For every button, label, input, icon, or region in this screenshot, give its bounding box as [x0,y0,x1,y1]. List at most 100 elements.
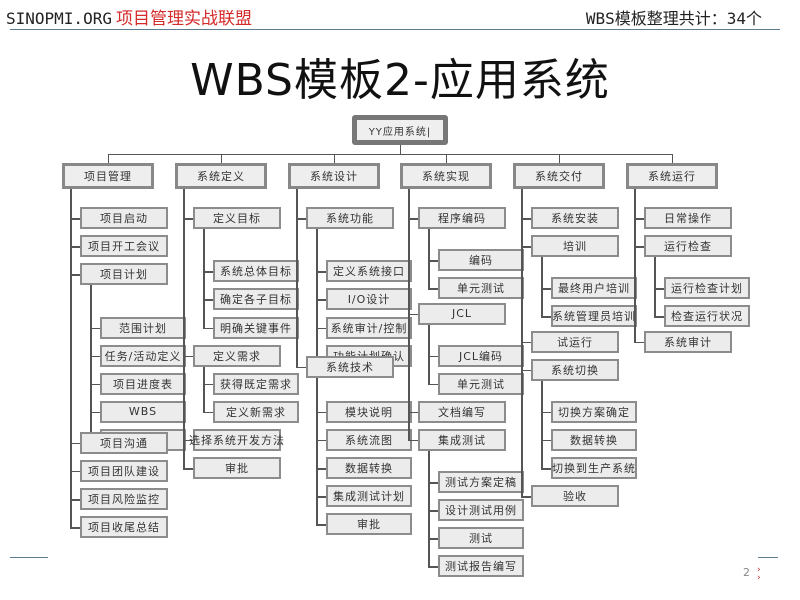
wbs-node: 测试报告编写 [438,555,524,578]
connector-line [90,285,92,440]
connector-line [541,468,551,470]
connector-line [400,145,401,154]
wbs-node: 培训 [531,235,619,258]
connector-line [296,366,306,369]
wbs-branch-6: 系统运行 [626,163,718,189]
header-left: SINOPMI.ORG 项目管理实战联盟 [6,4,252,29]
connector-line [70,442,80,445]
wbs-node: 试运行 [531,330,619,353]
connector-line [521,369,531,372]
connector-line [521,341,531,344]
wbs-node: 系统安装 [531,207,619,229]
connector-line [428,450,430,567]
template-count: WBS模板整理共计：34个 [585,9,762,28]
wbs-node: 集成测试计划 [326,485,412,508]
connector-line [108,154,109,163]
wbs-node: JCL编码 [438,344,524,367]
connector-line [428,482,438,484]
org-name: 项目管理实战联盟 [115,9,252,29]
connector-line [428,324,430,384]
page-number: 2 [743,566,750,579]
wbs-node: 设计测试用例 [438,499,524,522]
wbs-node: I/O设计 [326,288,412,311]
connector-line [334,154,335,163]
wbs-node: JCL [418,302,506,325]
connector-line [70,246,80,248]
connector-line [296,218,306,220]
connector-line [408,313,418,316]
connector-line [428,538,438,540]
connector-line [446,154,447,163]
wbs-root-node: YY应用系统| [352,115,448,145]
connector-line [203,411,213,414]
connector-line [521,496,531,498]
connector-line [654,288,664,290]
wbs-node: 定义新需求 [213,400,299,423]
wbs-node: 范围计划 [100,316,186,339]
wbs-node: 切换到生产系统 [551,457,637,480]
connector-line [428,383,438,386]
wbs-node: 系统总体目标 [213,260,299,283]
wbs-node: 项目计划 [80,263,168,286]
wbs-node: 文档编写 [418,400,506,423]
wbs-node: 系统审计/控制 [326,316,412,339]
wbs-node: 最终用户培训 [551,277,637,300]
connector-line [634,189,636,342]
connector-line [428,510,438,512]
wbs-node: 审批 [193,457,281,480]
wbs-branch-5: 系统交付 [513,163,605,189]
wbs-node: 项目风险监控 [80,488,168,510]
connector-line [183,355,193,358]
connector-line [408,439,418,442]
slide-title: WBS模板2-应用系统 [190,55,610,106]
connector-line [203,299,213,301]
connector-line [428,260,438,262]
wbs-node: 系统流图 [326,428,412,451]
footer-divider-right [758,557,778,558]
connector-line [521,246,531,248]
connector-line [70,274,80,276]
connector-line [203,366,205,412]
wbs-node: 系统管理员培训 [551,305,637,328]
wbs-node: 获得既定需求 [213,372,299,395]
connector-line [316,327,326,330]
footer-divider-left [10,557,48,558]
connector-line [108,154,673,155]
wbs-node: 日常操作 [644,207,732,229]
wbs-node: 项目团队建设 [80,459,168,482]
wbs-node: 单元测试 [438,277,524,300]
wbs-node: 数据转换 [551,428,637,451]
connector-line [654,257,656,317]
wbs-node: 系统技术 [306,355,394,378]
wbs-node: 选择系统开发方法 [189,428,284,451]
connector-line [316,411,326,414]
wbs-node: 检查运行状况 [664,305,750,328]
connector-line [541,411,551,414]
connector-line [408,218,418,220]
header-divider [10,29,780,30]
connector-line [634,246,644,248]
connector-line [221,154,222,163]
wbs-node: 运行检查 [644,235,732,258]
connector-line [183,189,185,469]
wbs-node: 项目沟通 [80,431,168,454]
wbs-node: 模块说明 [326,400,412,423]
wbs-node: 运行检查计划 [664,277,750,300]
page-mark-icon: › › [757,565,761,583]
connector-line [183,468,193,470]
connector-line [316,229,318,356]
connector-line [203,229,205,328]
wbs-node: 验收 [531,485,619,508]
wbs-node: 切换方案确定 [551,400,637,423]
wbs-node: 项目开工会议 [80,235,168,258]
connector-line [541,257,543,317]
wbs-node: 集成测试 [418,428,506,451]
wbs-node: 项目收尾总结 [80,516,168,539]
connector-line [296,189,298,367]
wbs-node: 审批 [326,513,412,536]
connector-line [316,271,326,273]
wbs-node: 测试 [438,527,524,550]
wbs-branch-2: 系统定义 [175,163,267,189]
wbs-node: 系统功能 [306,207,394,229]
wbs-node: 项目启动 [80,207,168,229]
